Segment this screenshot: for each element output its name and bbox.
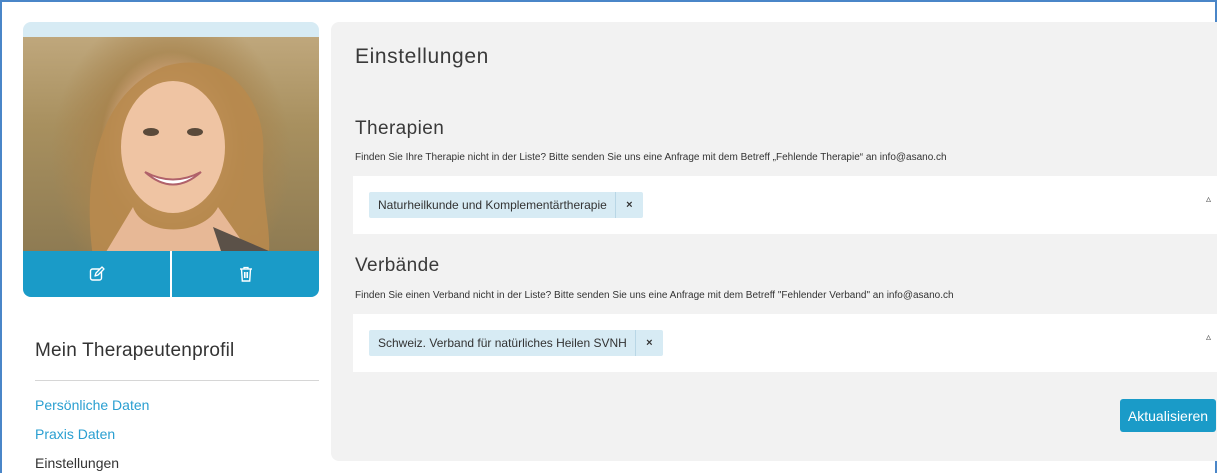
sidebar-item-praxis-daten[interactable]: Praxis Daten bbox=[35, 426, 115, 442]
profile-card-actions bbox=[23, 251, 319, 297]
profile-photo bbox=[23, 37, 319, 257]
page-title: Einstellungen bbox=[355, 45, 489, 68]
selected-therapy-tag: Naturheilkunde und Komplementärtherapie … bbox=[369, 192, 643, 218]
therapies-select[interactable]: Naturheilkunde und Komplementärtherapie … bbox=[353, 176, 1217, 234]
associations-heading: Verbände bbox=[355, 255, 440, 276]
therapies-hint: Finden Sie Ihre Therapie nicht in der Li… bbox=[355, 152, 947, 163]
sidebar-nav: Persönliche Daten Praxis Daten Einstellu… bbox=[35, 396, 149, 473]
profile-card bbox=[23, 22, 319, 297]
tag-label: Naturheilkunde und Komplementärtherapie bbox=[378, 198, 607, 212]
chevron-up-icon[interactable]: ▵ bbox=[1206, 332, 1211, 343]
trash-icon bbox=[239, 266, 252, 282]
tag-label: Schweiz. Verband für natürliches Heilen … bbox=[378, 336, 627, 350]
settings-panel: Einstellungen Therapien Finden Sie Ihre … bbox=[331, 22, 1217, 461]
edit-photo-button[interactable] bbox=[23, 251, 170, 297]
chevron-up-icon[interactable]: ▵ bbox=[1206, 194, 1211, 205]
update-button[interactable]: Aktualisieren bbox=[1120, 399, 1216, 432]
sidebar-item-einstellungen: Einstellungen bbox=[35, 455, 120, 471]
sidebar-item-persoenliche-daten[interactable]: Persönliche Daten bbox=[35, 397, 149, 413]
associations-hint: Finden Sie einen Verband nicht in der Li… bbox=[355, 290, 954, 301]
selected-association-tag: Schweiz. Verband für natürliches Heilen … bbox=[369, 330, 663, 356]
remove-therapy-button[interactable]: × bbox=[614, 192, 643, 218]
sidebar-title: Mein Therapeutenprofil bbox=[35, 340, 235, 361]
therapies-heading: Therapien bbox=[355, 118, 445, 139]
remove-association-button[interactable]: × bbox=[634, 330, 663, 356]
edit-icon bbox=[89, 266, 105, 281]
delete-photo-button[interactable] bbox=[170, 251, 319, 297]
associations-select[interactable]: Schweiz. Verband für natürliches Heilen … bbox=[353, 314, 1217, 372]
sidebar-divider bbox=[35, 380, 319, 381]
